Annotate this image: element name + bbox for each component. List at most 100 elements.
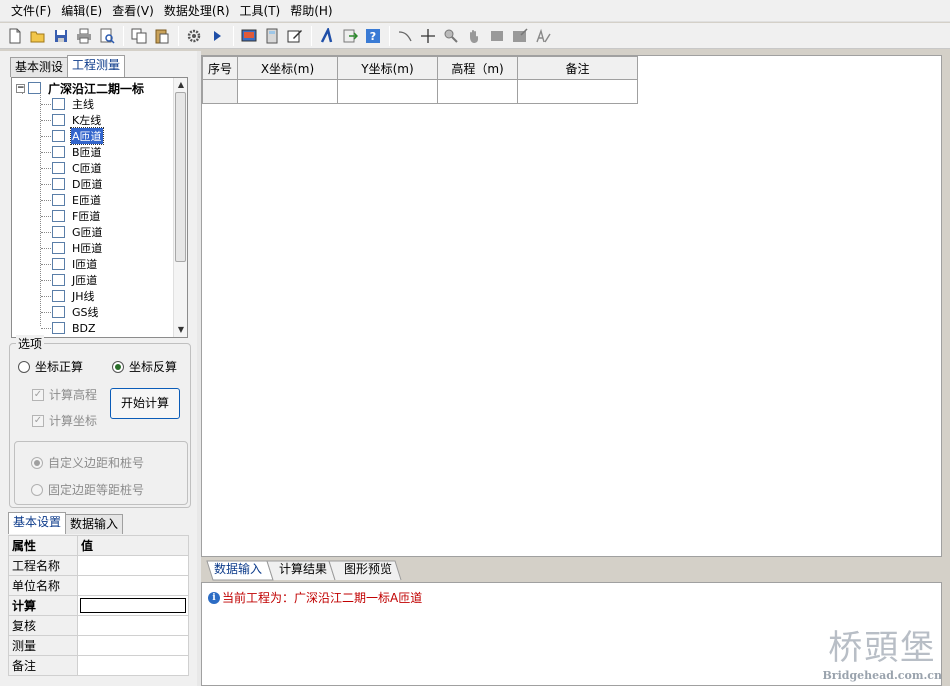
tree-item-checkbox[interactable] (52, 306, 65, 318)
tree-item[interactable]: GS线 (52, 304, 100, 320)
column-header[interactable]: 备注 (517, 56, 638, 80)
screen-icon[interactable] (238, 25, 260, 47)
tree-item[interactable]: B匝道 (52, 144, 103, 160)
tab-output-data-input[interactable]: 数据输入 (214, 560, 262, 581)
scroll-up-icon[interactable]: ▲ (174, 78, 187, 92)
open-folder-icon[interactable] (27, 25, 49, 47)
tree-item[interactable]: J匝道 (52, 272, 98, 288)
tree-item[interactable]: JH线 (52, 288, 96, 304)
menu-data-processing[interactable]: 数据处理(R) (159, 1, 235, 21)
tree-item-checkbox[interactable] (52, 178, 65, 190)
tree-root[interactable]: − 广深沿江二期一标 (16, 80, 145, 96)
row-header[interactable] (202, 79, 238, 104)
property-value-editing[interactable] (77, 595, 189, 616)
property-value[interactable] (77, 575, 189, 596)
tree-item-checkbox[interactable] (52, 194, 65, 206)
tree-scrollbar[interactable]: ▲ ▼ (173, 78, 187, 337)
crosshair-icon[interactable] (417, 25, 439, 47)
column-header[interactable]: X坐标(m) (237, 56, 338, 80)
scroll-thumb[interactable] (175, 92, 186, 262)
tree-item[interactable]: H匝道 (52, 240, 103, 256)
tree-item-checkbox[interactable] (52, 274, 65, 286)
tree-item[interactable]: K左线 (52, 112, 102, 128)
tab-output-preview[interactable]: 图形预览 (344, 560, 392, 581)
property-value[interactable] (77, 555, 189, 576)
font-icon[interactable] (532, 25, 554, 47)
curve-icon[interactable] (394, 25, 416, 47)
grid-cell[interactable] (517, 79, 638, 104)
tree-item[interactable]: BDZ (52, 320, 97, 336)
calc-elevation-checkbox[interactable]: ✓ 计算高程 (32, 386, 97, 403)
tree-item-checkbox[interactable] (52, 242, 65, 254)
tab-engineering-survey[interactable]: 工程测量 (67, 55, 126, 77)
pan-hand-icon[interactable] (463, 25, 485, 47)
collapse-icon[interactable]: − (16, 83, 25, 93)
image-icon[interactable] (509, 25, 531, 47)
custom-margin-dot[interactable] (31, 456, 43, 469)
edit-icon[interactable] (284, 25, 306, 47)
run-icon[interactable] (206, 25, 228, 47)
tab-basic-settings[interactable]: 基本设置 (8, 512, 67, 534)
column-header[interactable]: 高程（m) (437, 56, 518, 80)
property-value[interactable] (77, 635, 189, 656)
print-icon[interactable] (73, 25, 95, 47)
tree-item[interactable]: G匝道 (52, 224, 104, 240)
tree-item[interactable]: 主线 (52, 96, 95, 112)
start-calc-button[interactable]: 开始计算 (110, 388, 180, 419)
tree-item[interactable]: C匝道 (52, 160, 103, 176)
menu-file[interactable]: 文件(F) (6, 1, 56, 21)
tree-item-checkbox[interactable] (52, 258, 65, 270)
tree-item-checkbox[interactable] (52, 290, 65, 302)
menu-view[interactable]: 查看(V) (107, 1, 159, 21)
scroll-down-icon[interactable]: ▼ (174, 323, 187, 337)
tree-item[interactable]: A匝道 (52, 127, 104, 145)
tree-item[interactable]: F匝道 (52, 208, 101, 224)
custom-margin-radio[interactable]: 自定义边距和桩号 (31, 454, 144, 471)
column-header[interactable]: 序号 (202, 56, 238, 80)
tree-item-checkbox[interactable] (52, 130, 65, 142)
zoom-icon[interactable] (440, 25, 462, 47)
copy-icon[interactable] (128, 25, 150, 47)
tree-item-checkbox[interactable] (52, 146, 65, 158)
save-icon[interactable] (50, 25, 72, 47)
paste-icon[interactable] (151, 25, 173, 47)
grid-cell[interactable] (437, 79, 518, 104)
text-icon[interactable] (316, 25, 338, 47)
forward-radio[interactable]: 坐标正算 (18, 358, 83, 375)
menu-help[interactable]: 帮助(H) (285, 1, 337, 21)
tree-item-checkbox[interactable] (52, 322, 65, 334)
tree-item[interactable]: E匝道 (52, 192, 102, 208)
tree-item[interactable]: D匝道 (52, 176, 103, 192)
output-tabs: 数据输入 计算结果 图形预览 (201, 560, 942, 582)
export-icon[interactable] (339, 25, 361, 47)
tab-output-results[interactable]: 计算结果 (279, 560, 327, 581)
tree-item-checkbox[interactable] (52, 226, 65, 238)
tree-item-checkbox[interactable] (52, 98, 65, 110)
tab-data-input[interactable]: 数据输入 (65, 514, 124, 534)
help-icon[interactable]: ? (362, 25, 384, 47)
inverse-radio[interactable]: 坐标反算 (112, 358, 177, 375)
inverse-radio-dot[interactable] (112, 360, 124, 373)
calculator-icon[interactable] (261, 25, 283, 47)
fixed-margin-dot[interactable] (31, 483, 43, 496)
print-preview-icon[interactable] (96, 25, 118, 47)
rectangle-icon[interactable] (486, 25, 508, 47)
tree-item[interactable]: I匝道 (52, 256, 98, 272)
new-file-icon[interactable] (4, 25, 26, 47)
calc-coords-checkbox[interactable]: ✓ 计算坐标 (32, 412, 97, 429)
grid-cell[interactable] (237, 79, 338, 104)
column-header[interactable]: Y坐标(m) (337, 56, 438, 80)
tree-item-checkbox[interactable] (52, 114, 65, 126)
menu-edit[interactable]: 编辑(E) (56, 1, 107, 21)
menu-tools[interactable]: 工具(T) (235, 1, 286, 21)
property-value[interactable] (77, 655, 189, 676)
tree-item-checkbox[interactable] (52, 162, 65, 174)
property-value[interactable] (77, 615, 189, 636)
forward-radio-dot[interactable] (18, 360, 30, 373)
grid-cell[interactable] (337, 79, 438, 104)
tree-item-checkbox[interactable] (52, 210, 65, 222)
settings-icon[interactable] (183, 25, 205, 47)
fixed-margin-radio[interactable]: 固定边距等距桩号 (31, 481, 144, 498)
tab-basic-survey[interactable]: 基本测设 (10, 57, 69, 77)
property-editor[interactable] (80, 598, 186, 613)
